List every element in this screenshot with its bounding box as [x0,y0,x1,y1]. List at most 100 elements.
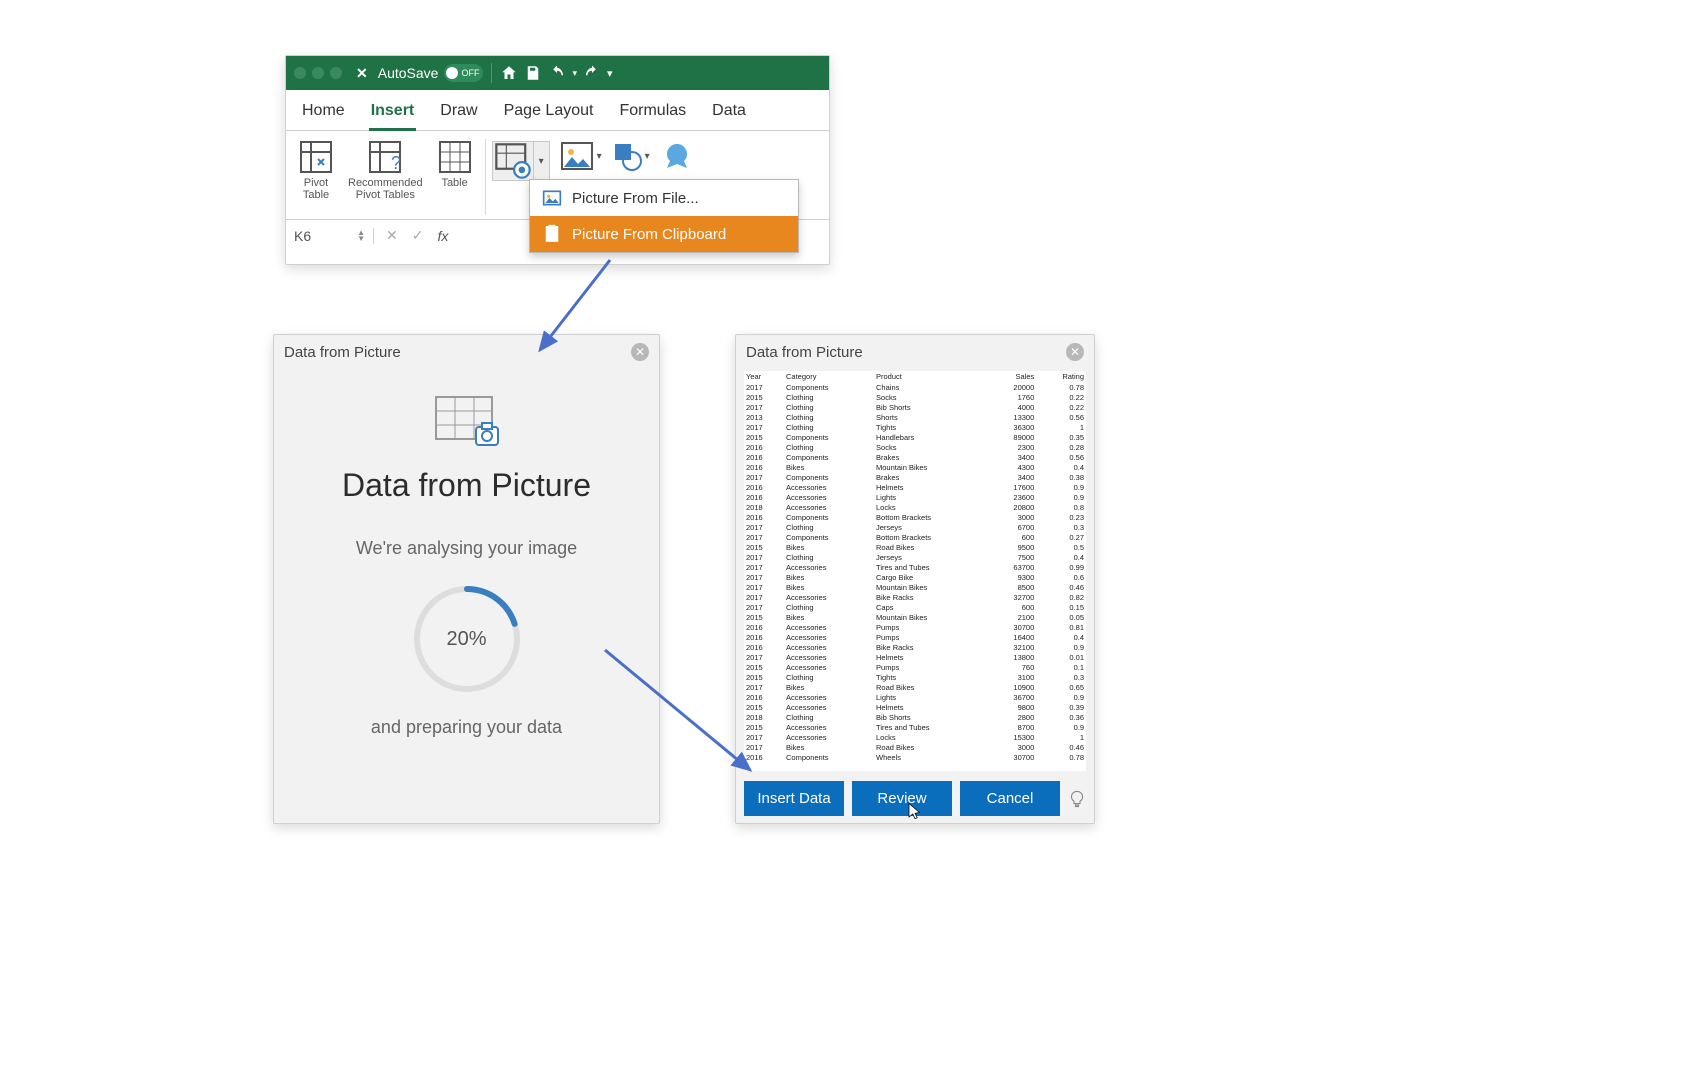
autosave-toggle[interactable]: OFF [444,64,483,82]
table-row[interactable]: 2017ComponentsBrakes34000.38 [744,472,1086,482]
picture-from-clipboard-item[interactable]: Picture From Clipboard [530,216,798,252]
cursor-icon [906,802,924,820]
column-header: Sales [988,371,1036,382]
undo-icon[interactable] [548,64,566,82]
table-row[interactable]: 2016ClothingSocks23000.28 [744,442,1086,452]
table-row[interactable]: 2017BikesRoad Bikes109000.65 [744,682,1086,692]
table-row[interactable]: 2015AccessoriesPumps7600.1 [744,662,1086,672]
processing-heading: Data from Picture [304,467,629,504]
table-row[interactable]: 2016ComponentsWheels307000.78 [744,752,1086,762]
results-table[interactable]: YearCategoryProductSalesRating2017Compon… [744,371,1086,771]
table-row[interactable]: 2015AccessoriesTires and Tubes87000.9 [744,722,1086,732]
data-from-picture-icon [432,393,502,449]
autosave-label: AutoSave [378,65,439,81]
icons-button[interactable] [660,141,694,173]
table-row[interactable]: 2015AccessoriesHelmets98000.39 [744,702,1086,712]
picture-from-clipboard-label: Picture From Clipboard [572,226,726,243]
table-row[interactable]: 2018AccessoriesLocks208000.8 [744,502,1086,512]
close-icon[interactable]: ✕ [631,343,649,361]
close-icon[interactable]: ✕ [356,65,368,82]
shapes-button[interactable]: ▾ [612,141,650,171]
tab-formulas[interactable]: Formulas [617,98,688,130]
table-row[interactable]: 2016AccessoriesPumps164000.4 [744,632,1086,642]
ribbon-tabs: Home Insert Draw Page Layout Formulas Da… [286,90,829,131]
table-row[interactable]: 2017ComponentsBottom Brackets6000.27 [744,532,1086,542]
clipboard-icon [542,224,562,244]
home-icon[interactable] [500,64,518,82]
table-row[interactable]: 2015ClothingTights31000.3 [744,672,1086,682]
tab-page-layout[interactable]: Page Layout [502,98,596,130]
table-row[interactable]: 2015BikesMountain Bikes21000.05 [744,612,1086,622]
review-button[interactable]: Review [852,781,952,816]
fx-icon[interactable]: fx [437,228,448,244]
recommended-pivot-label: Recommended Pivot Tables [348,177,423,201]
close-icon[interactable]: ✕ [1066,343,1084,361]
table-row[interactable]: 2013ClothingShorts133000.56 [744,412,1086,422]
table-row[interactable]: 2015ComponentsHandlebars890000.35 [744,432,1086,442]
tab-draw[interactable]: Draw [438,98,479,130]
table-row[interactable]: 2017BikesCargo Bike93000.6 [744,572,1086,582]
traffic-max[interactable] [330,67,342,79]
insert-data-button[interactable]: Insert Data [744,781,844,816]
save-icon[interactable] [524,64,542,82]
redo-icon[interactable] [583,64,601,82]
table-row[interactable]: 2016AccessoriesHelmets176000.9 [744,482,1086,492]
data-from-picture-processing-pane: Data from Picture ✕ Data from Picture We… [273,334,660,824]
window-controls[interactable] [294,67,342,79]
toggle-knob [446,67,458,79]
picture-from-file-item[interactable]: Picture From File... [530,180,798,216]
picture-file-icon [542,188,562,208]
ribbon-body: Pivot Table ? Recommended Pivot Tables T… [286,131,829,219]
table-row[interactable]: 2017AccessoriesTires and Tubes637000.99 [744,562,1086,572]
table-row[interactable]: 2017AccessoriesHelmets138000.01 [744,652,1086,662]
table-row[interactable]: 2015BikesRoad Bikes95000.5 [744,542,1086,552]
traffic-min[interactable] [312,67,324,79]
accept-formula-icon[interactable]: ✓ [412,227,424,244]
column-header: Year [744,371,784,382]
cancel-formula-icon[interactable]: ✕ [386,227,398,244]
traffic-close[interactable] [294,67,306,79]
table-row[interactable]: 2017BikesMountain Bikes85000.46 [744,582,1086,592]
table-button[interactable]: Table [431,137,479,217]
illustrations-picture-button[interactable]: ▾ [560,141,602,171]
table-row[interactable]: 2016ComponentsBottom Brackets30000.23 [744,512,1086,522]
column-header: Rating [1036,371,1086,382]
cancel-button[interactable]: Cancel [960,781,1060,816]
table-row[interactable]: 2016BikesMountain Bikes43000.4 [744,462,1086,472]
svg-text:?: ? [391,153,401,173]
cell-reference: K6 [294,228,311,244]
pictures-dropdown[interactable]: ▾ [492,141,550,181]
table-row[interactable]: 2016AccessoriesLights367000.9 [744,692,1086,702]
data-from-picture-results-pane: Data from Picture ✕ YearCategoryProductS… [735,334,1095,824]
qat-more-icon[interactable]: ▾ [607,67,613,80]
column-header: Category [784,371,874,382]
table-row[interactable]: 2016AccessoriesBike Racks321000.9 [744,642,1086,652]
processing-subtext-1: We're analysing your image [304,538,629,559]
table-row[interactable]: 2016ComponentsBrakes34000.56 [744,452,1086,462]
table-row[interactable]: 2016AccessoriesLights236000.9 [744,492,1086,502]
table-row[interactable]: 2017ComponentsChains200000.78 [744,382,1086,392]
table-row[interactable]: 2017ClothingJerseys75000.4 [744,552,1086,562]
lightbulb-icon[interactable] [1068,790,1086,808]
table-row[interactable]: 2017ClothingCaps6000.15 [744,602,1086,612]
table-row[interactable]: 2017ClothingBib Shorts40000.22 [744,402,1086,412]
table-row[interactable]: 2015ClothingSocks17600.22 [744,392,1086,402]
table-row[interactable]: 2017BikesRoad Bikes30000.46 [744,742,1086,752]
undo-dropdown-icon[interactable]: ▾ [572,68,577,79]
table-row[interactable]: 2017ClothingTights363001 [744,422,1086,432]
table-row[interactable]: 2016AccessoriesPumps307000.81 [744,622,1086,632]
name-box[interactable]: K6 ▲▼ [286,228,374,244]
tab-data[interactable]: Data [710,98,748,130]
name-box-stepper-icon[interactable]: ▲▼ [357,230,365,242]
shapes-icon [612,141,642,171]
table-row[interactable]: 2017ClothingJerseys67000.3 [744,522,1086,532]
table-label: Table [437,177,473,189]
table-row[interactable]: 2017AccessoriesBike Racks327000.82 [744,592,1086,602]
tab-home[interactable]: Home [300,98,347,130]
pivot-table-button[interactable]: Pivot Table [292,137,340,217]
table-row[interactable]: 2017AccessoriesLocks153001 [744,732,1086,742]
tab-insert[interactable]: Insert [369,98,417,131]
recommended-pivot-icon: ? [367,139,403,175]
table-row[interactable]: 2018ClothingBib Shorts28000.36 [744,712,1086,722]
recommended-pivot-button[interactable]: ? Recommended Pivot Tables [342,137,429,217]
